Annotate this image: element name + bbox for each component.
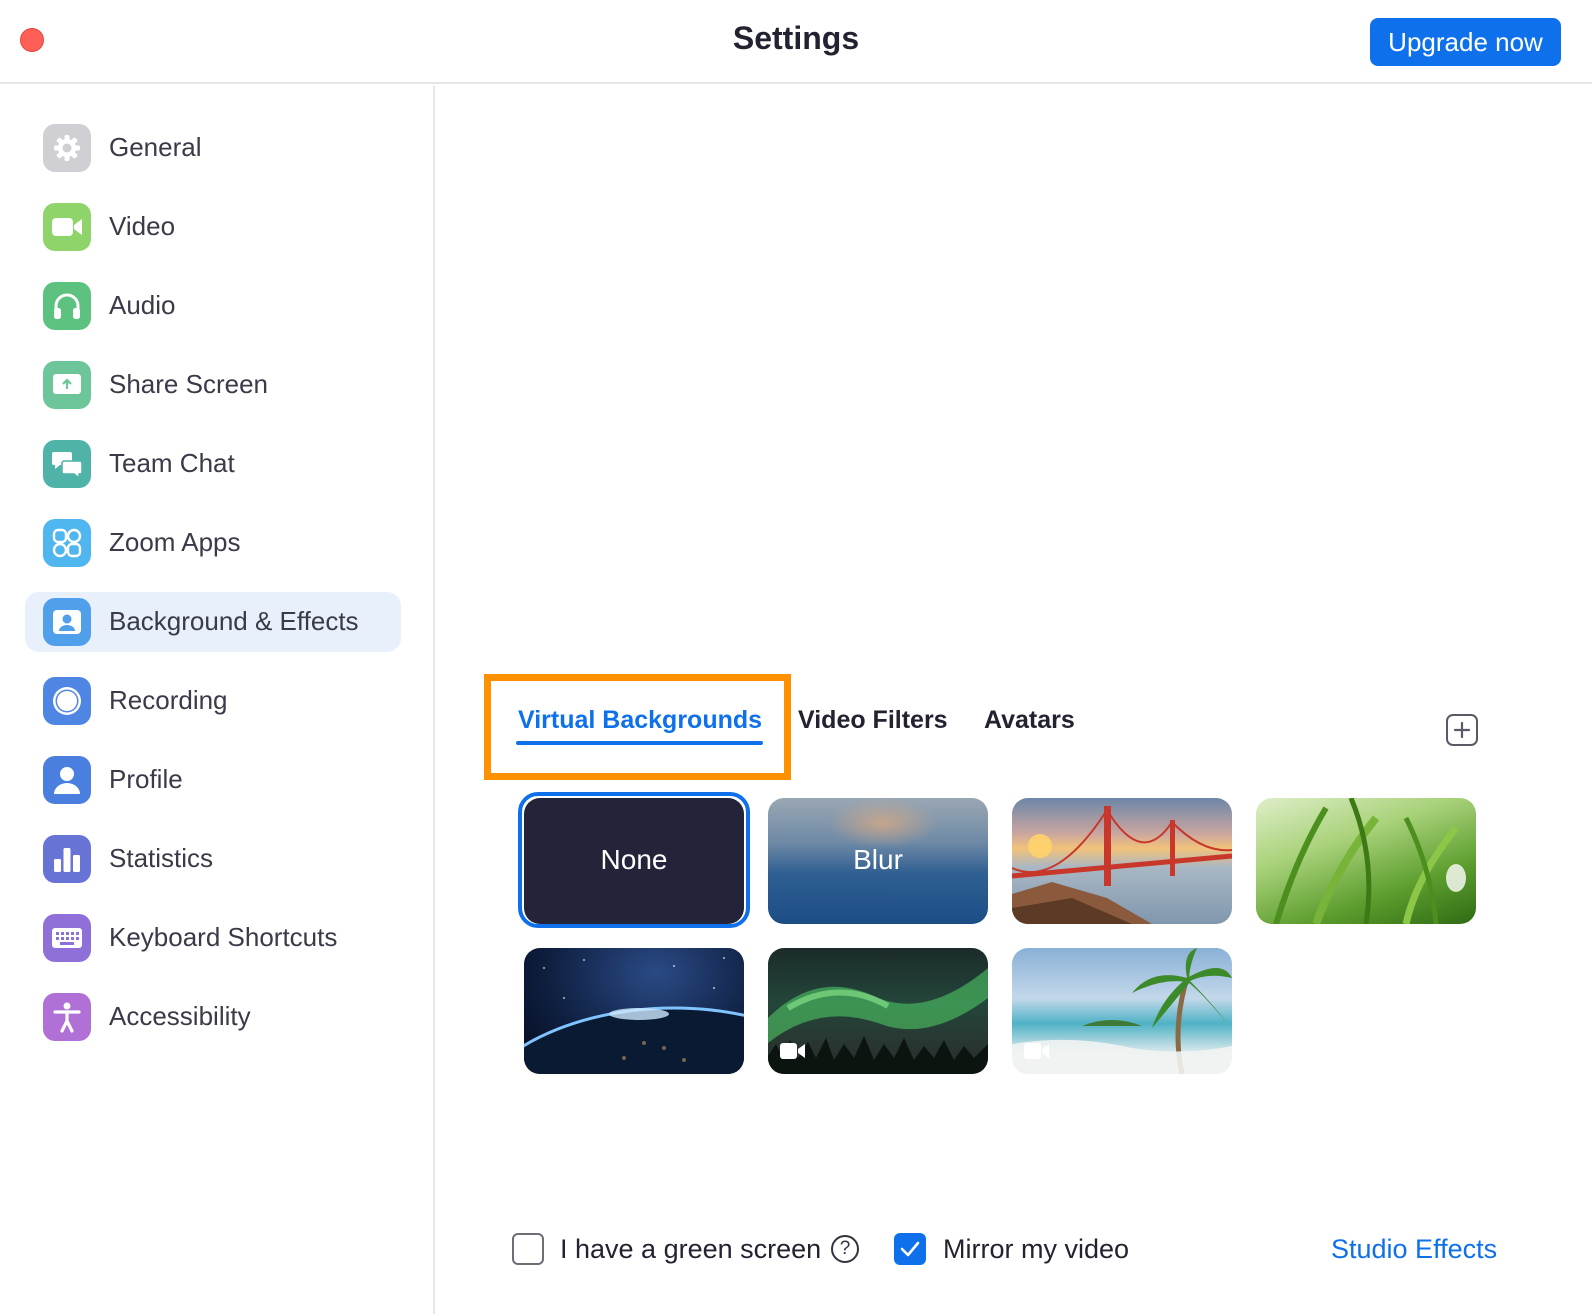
video-badge-icon — [780, 1043, 805, 1059]
green-screen-checkbox[interactable] — [512, 1233, 544, 1265]
tile-label: None — [600, 844, 668, 875]
tab-video-filters[interactable]: Video Filters — [798, 706, 948, 735]
sidebar-item-profile[interactable]: Profile — [25, 750, 401, 810]
headphones-icon — [43, 282, 91, 330]
sidebar-item-general[interactable]: General — [25, 118, 401, 178]
sidebar-item-video[interactable]: Video — [25, 197, 401, 257]
background-person-icon — [43, 598, 91, 646]
green-screen-label: I have a green screen — [560, 1234, 822, 1264]
record-icon — [43, 677, 91, 725]
video-camera-icon — [43, 203, 91, 251]
earth-image — [524, 957, 744, 1074]
background-tile-northern-lights[interactable] — [768, 948, 988, 1074]
title-bar: Settings Upgrade now — [0, 0, 1592, 84]
background-tile-blur[interactable]: Blur — [768, 798, 988, 924]
sidebar-item-label: General — [109, 132, 202, 162]
tile-label: Blur — [853, 844, 903, 875]
tab-virtual-backgrounds[interactable]: Virtual Backgrounds — [518, 706, 762, 735]
window-title: Settings — [732, 20, 860, 56]
background-tile-beach-palm[interactable] — [1012, 948, 1232, 1074]
sidebar-item-label: Video — [109, 211, 176, 241]
help-icon[interactable]: ? — [831, 1235, 859, 1263]
golden-gate-bridge-image — [1012, 806, 1232, 924]
chat-bubbles-icon — [43, 440, 91, 488]
profile-icon — [43, 756, 91, 804]
sidebar-item-accessibility[interactable]: Accessibility — [25, 987, 401, 1047]
sidebar-item-label: Team Chat — [109, 448, 235, 478]
background-tile-golden-gate-bridge[interactable] — [1012, 798, 1232, 924]
blur-glow — [828, 798, 938, 848]
keyboard-icon — [43, 914, 91, 962]
bar-chart-icon — [43, 835, 91, 883]
video-badge-icon — [1024, 1043, 1049, 1059]
sidebar-item-label: Keyboard Shortcuts — [109, 922, 338, 952]
accessibility-icon — [43, 993, 91, 1041]
tab-avatars[interactable]: Avatars — [984, 706, 1075, 735]
plus-icon — [1453, 721, 1471, 739]
studio-effects-link[interactable]: Studio Effects — [1331, 1234, 1497, 1265]
sidebar-item-label: Recording — [109, 685, 228, 715]
sidebar-item-team-chat[interactable]: Team Chat — [25, 434, 401, 494]
sidebar-item-label: Accessibility — [109, 1001, 251, 1031]
sidebar-item-label: Statistics — [109, 843, 214, 873]
sidebar-item-keyboard-shortcuts[interactable]: Keyboard Shortcuts — [25, 908, 401, 968]
sidebar-item-label: Share Screen — [109, 369, 268, 399]
grass-image — [1273, 798, 1466, 924]
apps-icon — [43, 519, 91, 567]
sidebar-item-background-effects[interactable]: Background & Effects — [25, 592, 401, 652]
checkmark-icon — [900, 1241, 920, 1257]
sidebar-item-label: Zoom Apps — [109, 527, 241, 557]
add-background-button[interactable] — [1446, 714, 1478, 746]
active-tab-underline — [516, 741, 763, 745]
share-screen-icon — [43, 361, 91, 409]
background-tile-earth-from-space[interactable] — [524, 948, 744, 1074]
mirror-video-label: Mirror my video — [943, 1234, 1130, 1264]
gear-icon — [43, 124, 91, 172]
sidebar-item-audio[interactable]: Audio — [25, 276, 401, 336]
sidebar-item-recording[interactable]: Recording — [25, 671, 401, 731]
sidebar-item-share-screen[interactable]: Share Screen — [25, 355, 401, 415]
sidebar-item-label: Audio — [109, 290, 176, 320]
background-tile-none[interactable]: None — [524, 798, 744, 924]
sidebar-item-label: Profile — [109, 764, 183, 794]
sidebar-item-zoom-apps[interactable]: Zoom Apps — [25, 513, 401, 573]
background-tile-grass[interactable] — [1256, 798, 1476, 924]
settings-sidebar: General Video Audio Share Screen Team Ch… — [0, 86, 435, 1314]
mirror-video-checkbox[interactable] — [894, 1233, 926, 1265]
sidebar-item-statistics[interactable]: Statistics — [25, 829, 401, 889]
sidebar-item-label: Background & Effects — [109, 606, 359, 636]
upgrade-now-button[interactable]: Upgrade now — [1370, 18, 1561, 66]
